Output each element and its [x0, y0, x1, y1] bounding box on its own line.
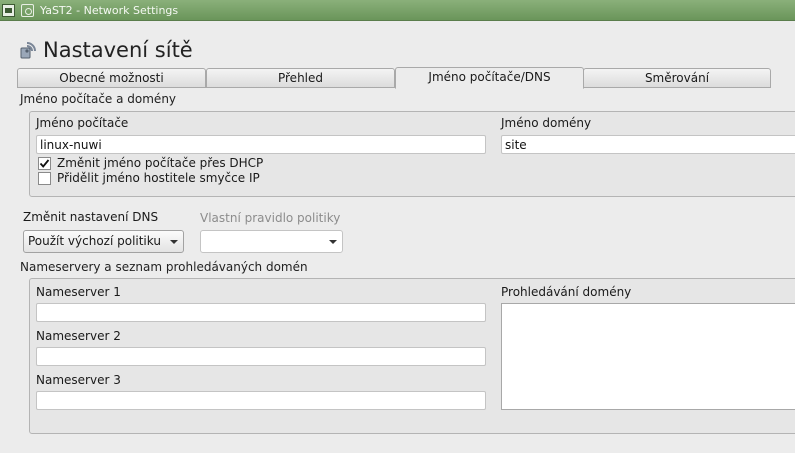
- dns-mode-select[interactable]: Použít výchozí politiku: [23, 230, 184, 253]
- app-icon: [21, 4, 34, 17]
- domain-label: Jméno domény: [501, 116, 592, 130]
- tab-general[interactable]: Obecné možnosti: [17, 68, 206, 88]
- dhcp-hostname-checkbox[interactable]: [38, 157, 51, 170]
- chevron-down-icon: [170, 240, 178, 244]
- dhcp-hostname-label: Změnit jméno počítače přes DHCP: [57, 156, 264, 170]
- domain-input[interactable]: [501, 135, 795, 154]
- domain-search-textarea[interactable]: [501, 303, 795, 410]
- nameserver-1-label: Nameserver 1: [36, 285, 121, 299]
- loopback-hostname-label: Přidělit jméno hostitele smyčce IP: [57, 171, 260, 185]
- tab-overview[interactable]: Přehled: [206, 68, 395, 88]
- nameserver-section-label: Nameservery a seznam prohledávaných domé…: [20, 260, 308, 274]
- tab-routing[interactable]: Směrování: [583, 68, 771, 88]
- hostname-label: Jméno počítače: [36, 116, 129, 130]
- hostname-input[interactable]: [36, 135, 486, 154]
- network-icon: [18, 40, 38, 60]
- checkmark-icon: [39, 159, 50, 168]
- nameserver-1-input[interactable]: [36, 303, 486, 322]
- window-titlebar: YaST2 - Network Settings: [0, 0, 795, 21]
- loopback-hostname-checkbox[interactable]: [38, 172, 51, 185]
- policy-label: Vlastní pravidlo politiky: [200, 211, 341, 225]
- window-title: YaST2 - Network Settings: [40, 4, 179, 17]
- hostname-section-label: Jméno počítače a domény: [20, 92, 177, 106]
- nameserver-2-input[interactable]: [36, 347, 486, 366]
- window-menu-icon[interactable]: [2, 4, 15, 17]
- nameserver-frame: Nameserver 1 Nameserver 2 Nameserver 3 P…: [29, 278, 795, 434]
- dns-mode-label: Změnit nastavení DNS: [23, 210, 159, 224]
- nameserver-3-input[interactable]: [36, 391, 486, 410]
- chevron-down-icon: [329, 240, 337, 244]
- nameserver-2-label: Nameserver 2: [36, 329, 121, 343]
- page-title: Nastavení sítě: [43, 38, 193, 62]
- hostname-frame: Jméno počítače Jméno domény Změnit jméno…: [29, 111, 795, 197]
- policy-select[interactable]: [200, 230, 343, 253]
- domain-search-label: Prohledávání domény: [501, 285, 632, 299]
- nameserver-3-label: Nameserver 3: [36, 373, 121, 387]
- dns-mode-value: Použít výchozí politiku: [28, 234, 161, 248]
- tab-hostname-dns[interactable]: Jméno počítače/DNS: [395, 67, 584, 89]
